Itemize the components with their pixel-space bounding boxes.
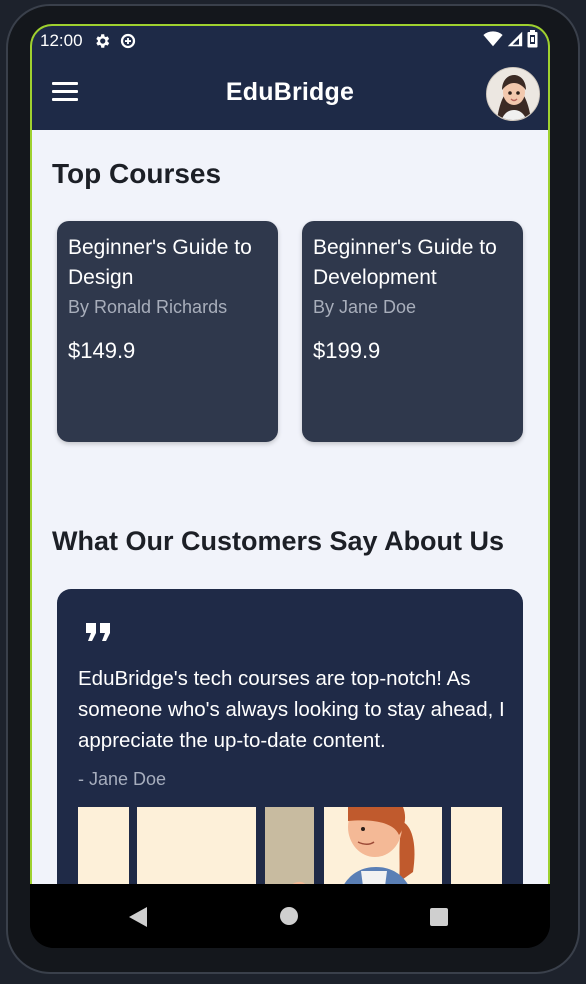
signal-icon [507,31,523,52]
course-title: Beginner's Guide to Development [313,236,497,289]
battery-icon [527,29,538,53]
course-title: Beginner's Guide to Design [68,236,252,289]
testimonial-quote: EduBridge's tech courses are top-notch! … [78,667,505,752]
testimonial-author: - Jane Doe [78,769,167,789]
testimonials-heading: What Our Customers Say About Us [52,526,505,556]
recents-icon[interactable] [429,907,449,932]
course-card[interactable]: Beginner's Guide to Design By Ronald Ric… [57,221,278,442]
course-author: By Ronald Richards [68,297,228,317]
course-price: $149.9 [68,338,136,363]
app-bar: EduBridge [30,58,550,130]
testimonial-illustration [78,797,502,884]
app-title: EduBridge [225,78,355,106]
testimonial-card: EduBridge's tech courses are top-notch! … [57,589,523,884]
quote-icon [85,622,111,647]
course-author: By Jane Doe [313,297,417,317]
wifi-icon [483,30,503,52]
status-bar: 12:00 [30,24,550,58]
system-nav-bar [30,884,550,948]
gear-icon [93,32,111,50]
home-icon[interactable] [279,906,299,931]
top-courses-heading: Top Courses [52,158,222,189]
phone-screen: 12:00 EduBridge Top Courses Beginner's G… [30,24,550,948]
course-card[interactable]: Beginner's Guide to Development By Jane … [302,221,523,442]
main-content[interactable]: Top Courses Beginner's Guide to Design B… [30,130,550,884]
course-price: $199.9 [313,338,381,363]
data-saver-icon [119,32,137,50]
user-avatar[interactable] [486,67,540,121]
back-icon[interactable] [128,906,148,933]
status-time: 12:00 [40,31,83,50]
